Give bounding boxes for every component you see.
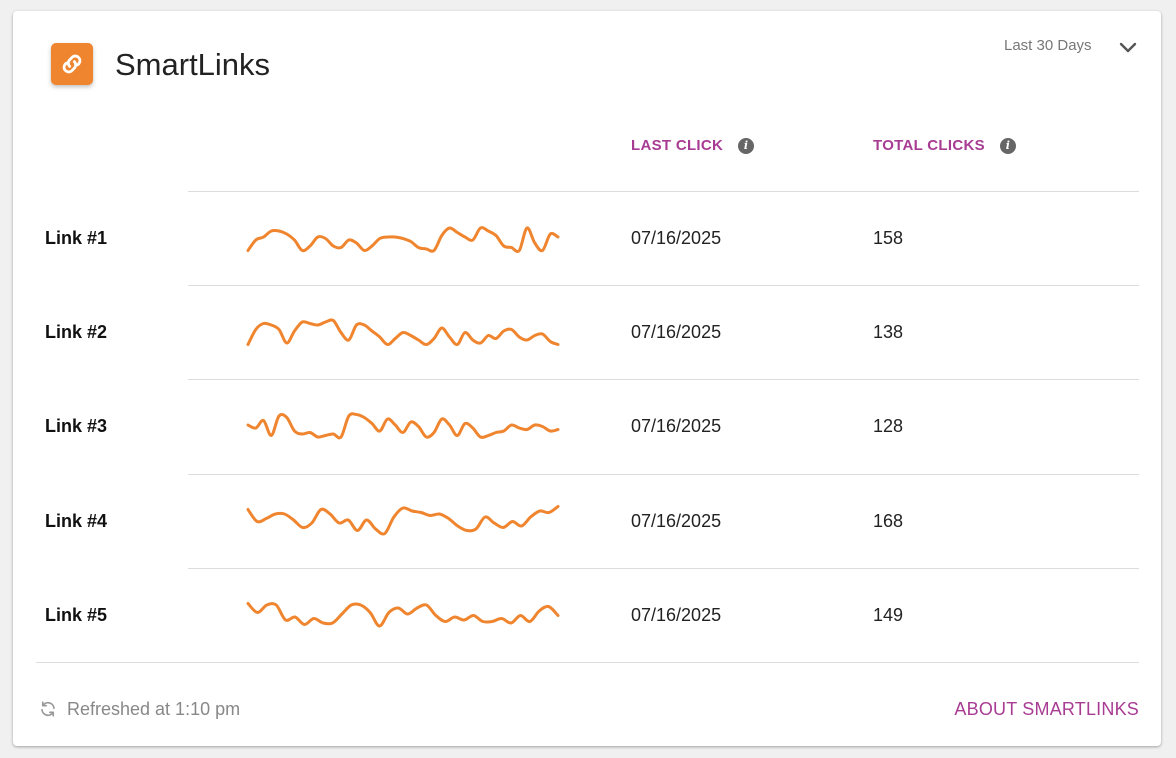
smartlinks-widget: SmartLinks Last 30 Days LAST CLICK i TOT… bbox=[13, 11, 1161, 746]
refresh-status: Refreshed at 1:10 pm bbox=[39, 698, 240, 720]
info-icon[interactable]: i bbox=[999, 138, 1016, 154]
sparkline-series bbox=[246, 602, 560, 628]
table-row[interactable]: Link #2 07/16/2025 138 bbox=[13, 285, 1161, 379]
footer-divider bbox=[36, 662, 1139, 663]
click-trend-sparkline bbox=[246, 505, 560, 536]
table-row[interactable]: Link #4 07/16/2025 168 bbox=[13, 474, 1161, 568]
link-name: Link #3 bbox=[45, 416, 108, 436]
chevron-down-icon[interactable] bbox=[1116, 35, 1140, 59]
click-trend-sparkline bbox=[246, 602, 560, 628]
last-click-date: 07/16/2025 bbox=[631, 322, 722, 342]
column-header-last-click: LAST CLICK i bbox=[631, 136, 755, 156]
date-range-label[interactable]: Last 30 Days bbox=[1004, 36, 1092, 56]
refreshed-text: Refreshed at 1:10 pm bbox=[67, 699, 241, 719]
total-clicks-count: 158 bbox=[873, 228, 904, 248]
table-row[interactable]: Link #3 07/16/2025 128 bbox=[13, 379, 1161, 473]
sparkline-series bbox=[246, 505, 560, 536]
total-clicks-count: 168 bbox=[873, 511, 904, 531]
sparkline-series bbox=[246, 412, 560, 440]
link-name: Link #5 bbox=[45, 605, 108, 625]
sparkline-series bbox=[246, 318, 560, 347]
total-clicks-count: 149 bbox=[873, 605, 904, 625]
info-icon[interactable]: i bbox=[738, 138, 755, 154]
last-click-date: 07/16/2025 bbox=[631, 605, 722, 625]
table-row[interactable]: Link #5 07/16/2025 149 bbox=[13, 568, 1161, 662]
total-clicks-count: 138 bbox=[873, 322, 904, 342]
last-click-date: 07/16/2025 bbox=[631, 228, 722, 248]
sparkline-series bbox=[246, 226, 560, 254]
column-header-label: TOTAL CLICKS bbox=[873, 137, 985, 154]
click-trend-sparkline bbox=[246, 318, 560, 347]
last-click-date: 07/16/2025 bbox=[631, 511, 722, 531]
table-row[interactable]: Link #1 07/16/2025 158 bbox=[13, 191, 1161, 285]
link-icon bbox=[51, 43, 93, 85]
link-name: Link #1 bbox=[45, 228, 108, 248]
click-trend-sparkline bbox=[246, 226, 560, 254]
about-smartlinks-link[interactable]: ABOUT SMARTLINKS bbox=[954, 698, 1139, 720]
link-name: Link #2 bbox=[45, 322, 108, 342]
column-header-total-clicks: TOTAL CLICKS i bbox=[873, 136, 1016, 156]
column-header-label: LAST CLICK bbox=[631, 137, 724, 154]
click-trend-sparkline bbox=[246, 412, 560, 440]
refresh-icon[interactable] bbox=[39, 700, 57, 718]
widget-title: SmartLinks bbox=[115, 47, 271, 82]
link-name: Link #4 bbox=[45, 511, 108, 531]
last-click-date: 07/16/2025 bbox=[631, 416, 722, 436]
total-clicks-count: 128 bbox=[873, 416, 904, 436]
